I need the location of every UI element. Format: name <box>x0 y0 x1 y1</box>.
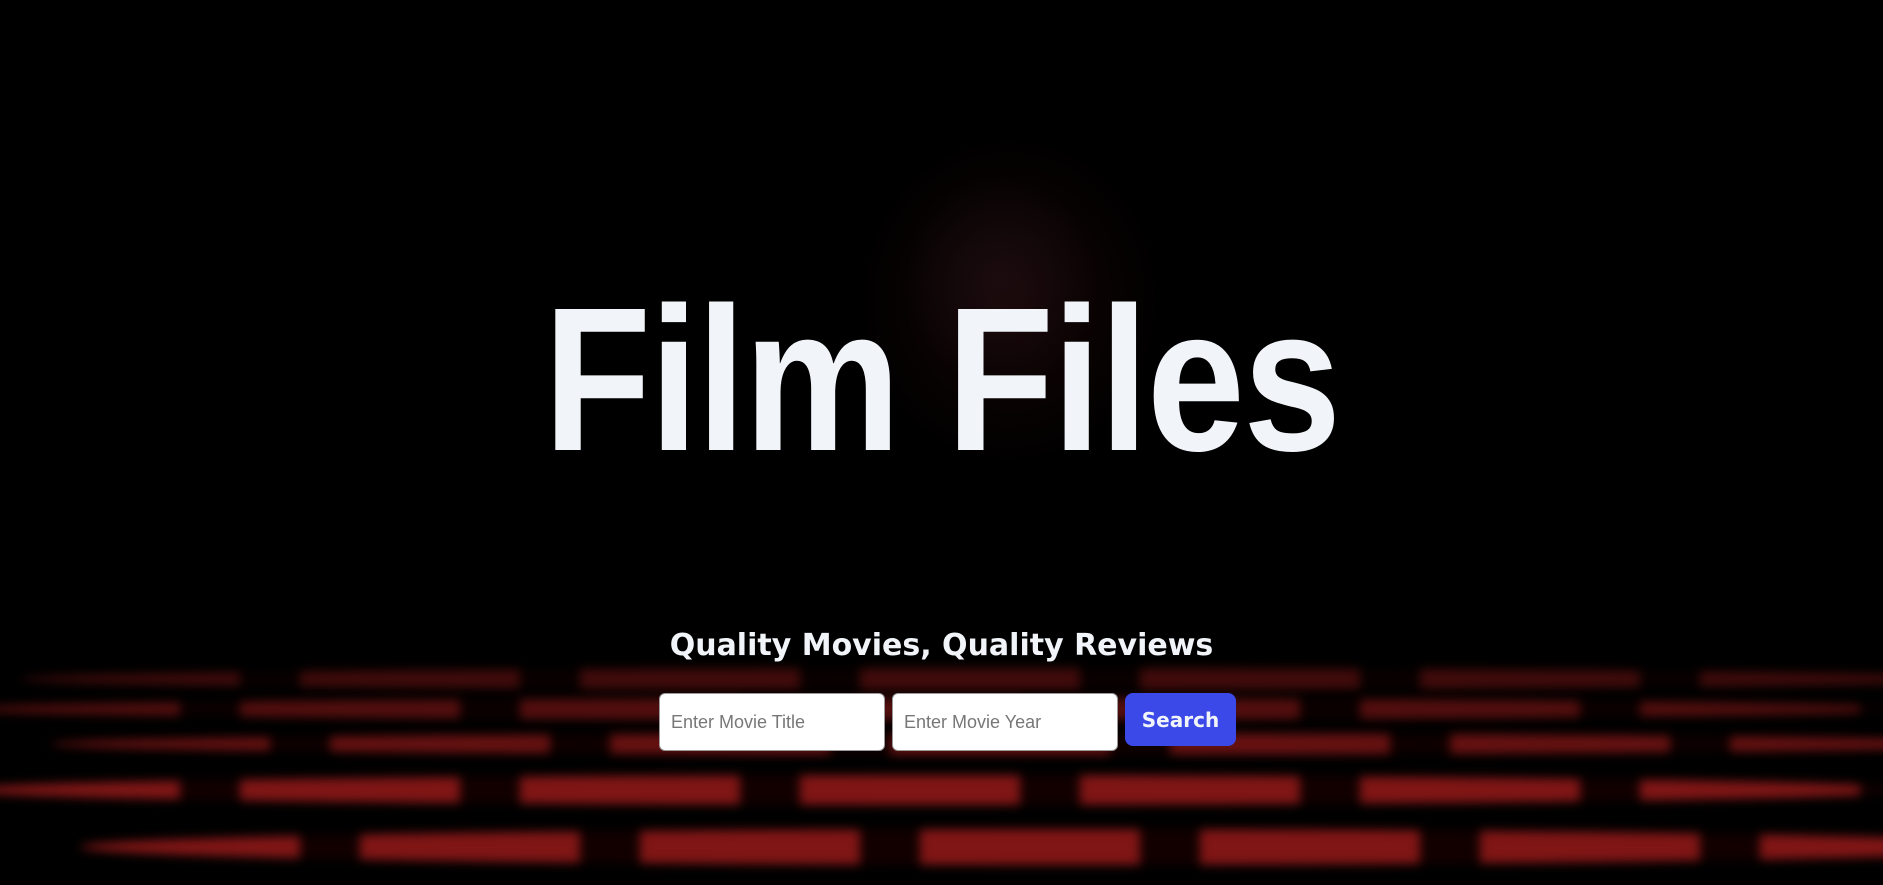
movie-title-input[interactable] <box>659 693 885 751</box>
search-form: Search <box>659 693 1236 751</box>
movie-year-input[interactable] <box>892 693 1118 751</box>
tagline: Quality Movies, Quality Reviews <box>669 628 1214 663</box>
theater-seats-image <box>0 655 1883 885</box>
site-title: Film Files <box>543 265 1342 494</box>
search-button[interactable]: Search <box>1125 693 1236 746</box>
